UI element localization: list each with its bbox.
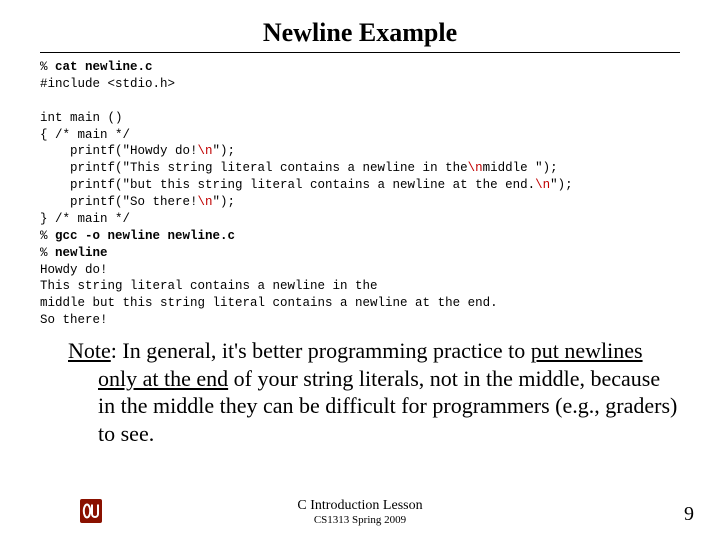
note-paragraph: Note: In general, it's better programmin… <box>40 337 680 447</box>
note-text: : In general, it's better programming pr… <box>111 338 531 363</box>
command: newline <box>55 246 108 260</box>
command: cat newline.c <box>55 60 153 74</box>
prompt: % <box>40 246 55 260</box>
code-line: printf("So there! <box>40 195 198 209</box>
escape-seq: \n <box>198 195 213 209</box>
code-line: printf("but this string literal contains… <box>40 178 535 192</box>
page-number: 9 <box>684 503 694 526</box>
escape-seq: \n <box>198 144 213 158</box>
code-line: printf("This string literal contains a n… <box>40 161 468 175</box>
code-line: printf("Howdy do! <box>40 144 198 158</box>
code-line: #include <stdio.h> <box>40 77 175 91</box>
title-rule <box>40 52 680 53</box>
footer-line2: CS1313 Spring 2009 <box>0 514 720 526</box>
code-line: "); <box>550 178 573 192</box>
output-line: This string literal contains a newline i… <box>40 279 378 293</box>
slide: Newline Example % cat newline.c #include… <box>0 0 720 540</box>
code-line: "); <box>213 195 236 209</box>
output-line: Howdy do! <box>40 263 108 277</box>
code-block: % cat newline.c #include <stdio.h> int m… <box>40 59 680 329</box>
code-line: } /* main */ <box>40 212 130 226</box>
prompt: % <box>40 229 55 243</box>
escape-seq: \n <box>535 178 550 192</box>
note-lead: Note <box>68 338 111 363</box>
output-line: middle but this string literal contains … <box>40 296 498 310</box>
escape-seq: \n <box>468 161 483 175</box>
command: gcc -o newline newline.c <box>55 229 235 243</box>
code-line: int main () <box>40 111 123 125</box>
footer-line1: C Introduction Lesson <box>0 498 720 514</box>
code-line: { /* main */ <box>40 128 130 142</box>
footer: C Introduction Lesson CS1313 Spring 2009 <box>0 498 720 526</box>
slide-title: Newline Example <box>40 18 680 48</box>
output-line: So there! <box>40 313 108 327</box>
prompt: % <box>40 60 55 74</box>
code-line: "); <box>213 144 236 158</box>
code-line: middle "); <box>483 161 558 175</box>
